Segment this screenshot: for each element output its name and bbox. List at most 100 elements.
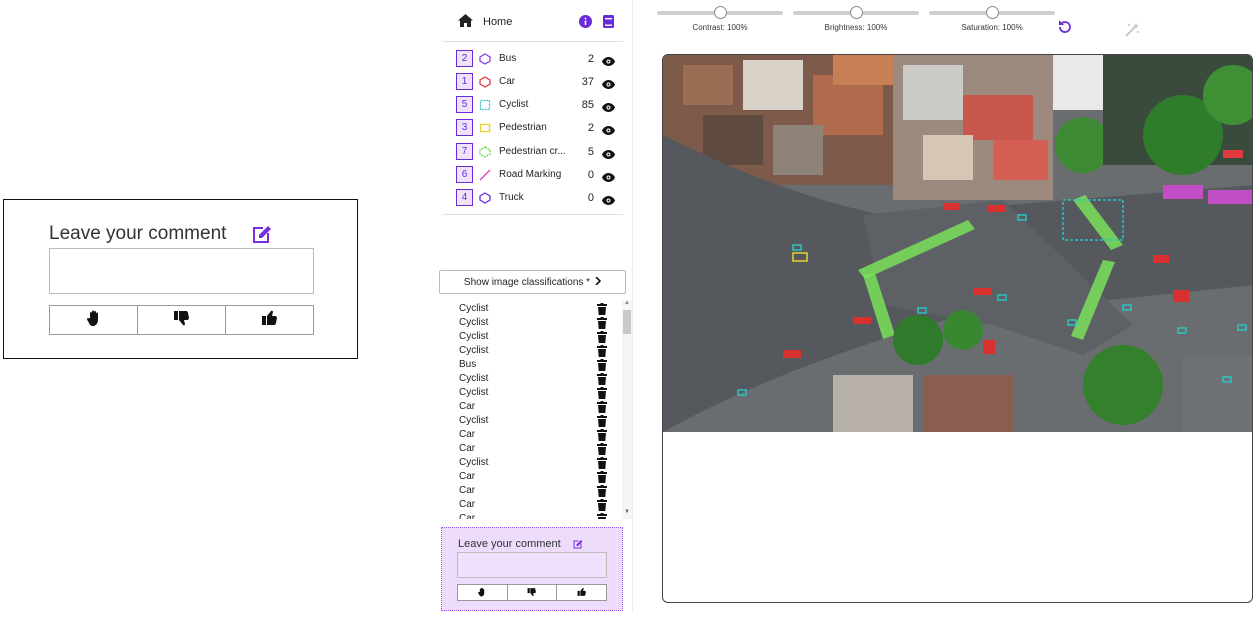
eye-icon[interactable]	[602, 192, 615, 210]
eye-icon[interactable]	[602, 122, 615, 140]
class-count: 2	[587, 53, 594, 65]
hand-icon	[85, 309, 103, 332]
annotation-row[interactable]: Car	[459, 442, 614, 456]
divider	[443, 41, 623, 42]
annotation-label: Car	[459, 401, 476, 412]
annotation-row[interactable]: Cyclist	[459, 344, 614, 358]
annotation-row[interactable]: Cyclist	[459, 414, 614, 428]
hand-button[interactable]	[458, 585, 508, 600]
annotation-label: Bus	[459, 359, 477, 370]
class-row-truck[interactable]: 4 Truck 0	[456, 189, 621, 207]
thumbs-down-icon	[527, 584, 537, 602]
scroll-thumb[interactable]	[623, 310, 631, 334]
contrast-slider[interactable]: Contrast: 100%	[657, 6, 783, 34]
class-hotkey: 7	[456, 143, 473, 160]
annotation-label: Car	[459, 429, 476, 440]
zoom-feedback-buttons	[49, 305, 314, 335]
show-classifications-label: Show image classifications *	[463, 276, 591, 288]
annotation-list: Cyclist Cyclist Cyclist Cyclist Bus Cyclist Cy…	[443, 300, 633, 519]
annotation-label: Cyclist	[459, 331, 489, 342]
annotation-row[interactable]: Cyclist	[459, 372, 614, 386]
annotation-row[interactable]: Cyclist	[459, 386, 614, 400]
aerial-intersection-image[interactable]	[663, 55, 1253, 432]
annotation-row[interactable]: Car	[459, 470, 614, 484]
annotation-scrollbar[interactable]: ▲ ▼	[622, 300, 632, 519]
annotation-row[interactable]: Cyclist	[459, 330, 614, 344]
slider-knob[interactable]	[713, 6, 727, 19]
thumbs-down-button[interactable]	[508, 585, 558, 600]
scroll-down-icon[interactable]: ▼	[624, 509, 630, 515]
annotation-label: Cyclist	[459, 373, 489, 384]
eye-icon[interactable]	[602, 53, 615, 71]
saturation-label: Saturation: 100%	[961, 23, 1023, 32]
thumbs-up-button[interactable]	[557, 585, 606, 600]
annotation-row[interactable]: Car	[459, 484, 614, 498]
comment-zoom-callout: Leave your comment	[3, 199, 358, 359]
eye-icon[interactable]	[602, 76, 615, 94]
class-hotkey: 6	[456, 166, 473, 183]
annotation-label: Car	[459, 513, 476, 519]
annotation-label: Cyclist	[459, 345, 489, 356]
class-row-cyclist[interactable]: 5 Cyclist 85	[456, 96, 621, 114]
annotation-row[interactable]: Cyclist	[459, 456, 614, 470]
class-count: 0	[587, 192, 594, 204]
brightness-label: Brightness: 100%	[824, 23, 888, 32]
thumbs-up-button[interactable]	[226, 306, 313, 334]
class-row-pedestrian-crossing[interactable]: 7 Pedestrian cr... 5	[456, 143, 621, 161]
class-name: Cyclist	[499, 99, 529, 110]
hand-icon	[477, 584, 487, 602]
image-canvas[interactable]	[662, 54, 1253, 603]
comment-title: Leave your comment	[458, 538, 561, 550]
annotation-label: Cyclist	[459, 303, 489, 314]
thumbs-down-icon	[173, 309, 191, 332]
thumbs-up-icon	[577, 584, 587, 602]
class-name: Pedestrian cr...	[499, 146, 566, 157]
class-row-pedestrian[interactable]: 3 Pedestrian 2	[456, 119, 621, 137]
annotation-row[interactable]: Car	[459, 428, 614, 442]
magic-wand-icon[interactable]	[1124, 22, 1140, 43]
annotation-row[interactable]: Bus	[459, 358, 614, 372]
annotation-row[interactable]: Car	[459, 400, 614, 414]
class-row-road-marking[interactable]: 6 Road Marking 0	[456, 166, 621, 184]
trash-icon[interactable]	[597, 512, 607, 519]
book-icon[interactable]	[603, 15, 614, 33]
zoom-comment-title: Leave your comment	[49, 223, 227, 244]
eye-icon[interactable]	[602, 169, 615, 187]
home-link[interactable]: Home	[483, 16, 512, 28]
divider	[443, 214, 623, 215]
class-hotkey: 1	[456, 73, 473, 90]
slider-knob[interactable]	[849, 6, 863, 19]
hand-button[interactable]	[50, 306, 138, 334]
comment-panel: Leave your comment	[441, 527, 623, 611]
class-count: 37	[581, 76, 594, 88]
info-icon[interactable]	[579, 15, 592, 33]
class-row-bus[interactable]: 2 Bus 2	[456, 50, 621, 68]
class-hotkey: 2	[456, 50, 473, 67]
annotation-row[interactable]: Car	[459, 498, 614, 512]
annotation-row[interactable]: Cyclist	[459, 302, 614, 316]
class-name: Truck	[499, 192, 524, 203]
annotation-row[interactable]: Car	[459, 512, 614, 519]
annotation-row[interactable]: Cyclist	[459, 316, 614, 330]
thumbs-down-button[interactable]	[138, 306, 226, 334]
contrast-label: Contrast: 100%	[692, 23, 748, 32]
polygon-icon	[479, 52, 491, 70]
annotation-label: Cyclist	[459, 317, 489, 328]
eye-icon[interactable]	[602, 99, 615, 117]
class-count: 0	[587, 169, 594, 181]
zoom-comment-input[interactable]	[49, 248, 314, 294]
edit-icon[interactable]	[250, 222, 274, 246]
class-hotkey: 4	[456, 189, 473, 206]
nav-row: Home	[458, 12, 623, 34]
show-classifications-button[interactable]: Show image classifications *	[439, 270, 626, 294]
eye-icon[interactable]	[602, 146, 615, 164]
slider-knob[interactable]	[985, 6, 999, 19]
home-icon[interactable]	[458, 14, 473, 32]
comment-input[interactable]	[457, 552, 607, 578]
class-row-car[interactable]: 1 Car 37	[456, 73, 621, 91]
saturation-slider[interactable]: Saturation: 100%	[929, 6, 1055, 34]
scroll-up-icon[interactable]: ▲	[624, 300, 630, 306]
class-name: Pedestrian	[499, 122, 547, 133]
brightness-slider[interactable]: Brightness: 100%	[793, 6, 919, 34]
reset-icon[interactable]	[1058, 19, 1072, 38]
